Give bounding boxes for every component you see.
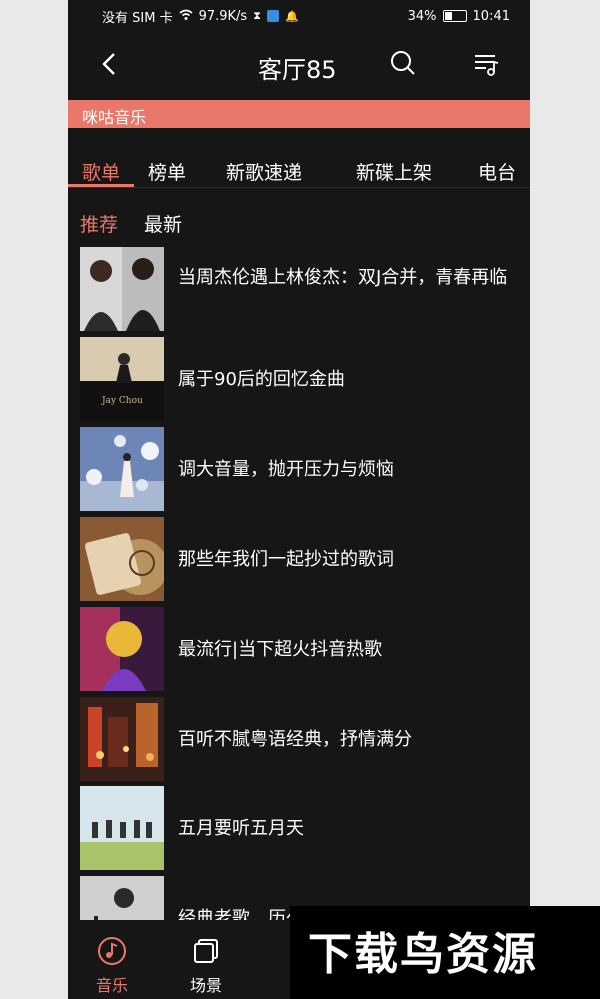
- nav-music[interactable]: 音乐: [96, 936, 128, 996]
- playlist-cover: [80, 427, 164, 511]
- status-bar: 没有 SIM 卡 97.9K/s ⧗ 🔔 34% 10:41: [68, 0, 530, 32]
- network-speed: 97.9K/s: [198, 8, 248, 24]
- album-text: Jay Chou: [101, 396, 143, 406]
- playlist-cover: [80, 786, 164, 870]
- music-icon: [98, 937, 126, 965]
- subtab-latest[interactable]: 最新: [144, 210, 182, 237]
- search-icon[interactable]: [390, 50, 416, 76]
- hourglass-icon: ⧗: [253, 9, 261, 22]
- app-header: 客厅85: [68, 32, 530, 98]
- carrier-text: 没有 SIM 卡: [102, 10, 173, 26]
- playlist-title: 调大音量，抛开压力与烦恼: [178, 459, 394, 480]
- nav-scene-label: 场景: [190, 976, 223, 995]
- playlist-cover: [80, 697, 164, 781]
- tab-new-songs[interactable]: 新歌速递: [226, 158, 302, 185]
- watermark-text: 下载鸟资源: [308, 929, 538, 980]
- playlist-item[interactable]: 最流行|当下超火抖音热歌: [80, 607, 520, 693]
- playlist-title: 那些年我们一起抄过的歌词: [178, 549, 394, 570]
- playlist-item[interactable]: 百听不腻粤语经典，抒情满分: [80, 697, 520, 783]
- playlist-title: 五月要听五月天: [178, 818, 304, 839]
- back-icon[interactable]: [96, 50, 124, 78]
- page-title: 客厅85: [258, 56, 337, 84]
- watermark: 下载鸟资源: [290, 906, 600, 999]
- tab-new-albums[interactable]: 新碟上架: [356, 158, 432, 185]
- playlist-title: 当周杰伦遇上林俊杰：双J合并，青春再临: [178, 267, 508, 288]
- scene-icon: [194, 939, 218, 963]
- nav-music-label: 音乐: [96, 976, 129, 995]
- playlist-cover: [80, 517, 164, 601]
- subtab-recommended[interactable]: 推荐: [80, 210, 118, 237]
- playlist-cover: [80, 247, 164, 331]
- phone-screen: 没有 SIM 卡 97.9K/s ⧗ 🔔 34% 10:41 客厅85 咪咕音乐: [68, 0, 530, 999]
- battery-percent: 34%: [407, 8, 437, 24]
- battery-icon: [442, 10, 467, 22]
- playlist-item[interactable]: 当周杰伦遇上林俊杰：双J合并，青春再临: [80, 247, 520, 333]
- playlist-cover: Jay Chou: [80, 337, 164, 421]
- app-notification-icon: [266, 10, 279, 22]
- clock: 10:41: [472, 8, 510, 24]
- brand-bar: 咪咕音乐: [68, 100, 530, 128]
- playlist-item[interactable]: Jay Chou 属于90后的回忆金曲: [80, 337, 520, 423]
- playlist-cover: [80, 607, 164, 691]
- status-left: 没有 SIM 卡 97.9K/s ⧗ 🔔: [102, 7, 299, 26]
- nav-scene[interactable]: 场景: [190, 936, 222, 996]
- queue-icon[interactable]: [472, 50, 500, 78]
- tab-playlists[interactable]: 歌单: [82, 158, 120, 185]
- tab-radio[interactable]: 电台: [478, 158, 516, 185]
- bell-icon: 🔔: [284, 9, 299, 23]
- playlist-item[interactable]: 调大音量，抛开压力与烦恼: [80, 427, 520, 513]
- playlist-item[interactable]: 那些年我们一起抄过的歌词: [80, 517, 520, 603]
- status-right: 34% 10:41: [408, 9, 510, 24]
- playlist-title: 最流行|当下超火抖音热歌: [178, 639, 383, 660]
- playlist-title: 属于90后的回忆金曲: [178, 369, 345, 390]
- tab-charts[interactable]: 榜单: [148, 158, 186, 185]
- playlist-item[interactable]: 五月要听五月天: [80, 786, 520, 872]
- brand-label: 咪咕音乐: [82, 108, 147, 127]
- wifi-icon: [179, 9, 193, 24]
- playlist-title: 百听不腻粤语经典，抒情满分: [178, 729, 412, 750]
- tabs-divider: [68, 187, 530, 188]
